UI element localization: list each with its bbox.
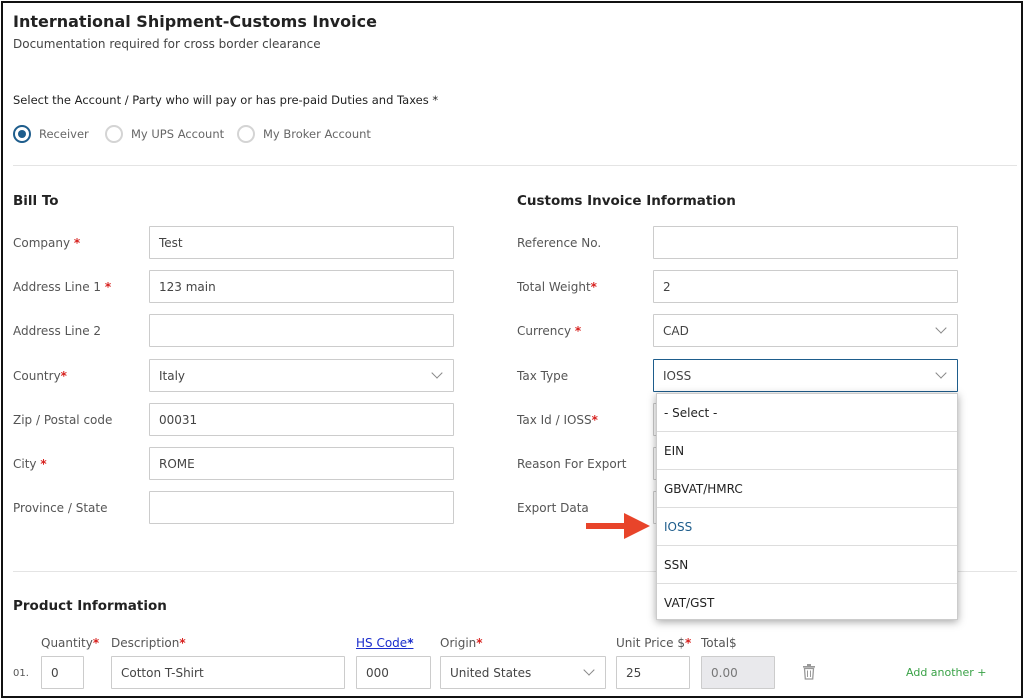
company-label: Company *: [13, 236, 81, 250]
city-label: City *: [13, 457, 47, 471]
page-title: International Shipment-Customs Invoice: [13, 12, 377, 31]
chevron-down-icon: [935, 367, 947, 379]
dropdown-option[interactable]: EIN: [657, 432, 957, 470]
country-select[interactable]: Italy: [149, 359, 454, 392]
address-line-2-label: Address Line 2: [13, 324, 102, 338]
unit-price-header: Unit Price $*: [616, 636, 692, 650]
total-weight-label: Total Weight*: [517, 280, 597, 294]
chevron-down-icon: [935, 322, 947, 334]
radio-selected-icon: [13, 125, 31, 143]
export-data-label: Export Data: [517, 501, 589, 515]
divider: [13, 165, 1017, 166]
address-line-1-label: Address Line 1 *: [13, 280, 112, 294]
description-header: Description*: [111, 636, 186, 650]
page-subtitle: Documentation required for cross border …: [13, 37, 321, 51]
radio-label: My Broker Account: [263, 127, 371, 141]
origin-select[interactable]: United States: [440, 656, 606, 689]
dropdown-option[interactable]: - Select -: [657, 394, 957, 432]
arrow-right-icon: [586, 513, 650, 539]
dropdown-option[interactable]: VAT/GST: [657, 584, 957, 622]
quantity-field[interactable]: 0: [41, 656, 84, 689]
add-another-link[interactable]: Add another +: [906, 666, 987, 679]
hs-code-field[interactable]: 000: [356, 656, 431, 689]
customs-invoice-form: International Shipment-Customs Invoice D…: [1, 1, 1023, 698]
origin-header: Origin*: [440, 636, 483, 650]
address-line-1-field[interactable]: 123 main: [149, 270, 454, 303]
country-label: Country*: [13, 369, 67, 383]
radio-unselected-icon: [237, 125, 255, 143]
city-field[interactable]: ROME: [149, 447, 454, 480]
tax-type-dropdown: - Select - EIN GBVAT/HMRC IOSS SSN VAT/G…: [656, 393, 958, 620]
chevron-down-icon: [431, 367, 443, 379]
quantity-header: Quantity*: [41, 636, 100, 650]
address-line-2-field[interactable]: [149, 314, 454, 347]
tax-type-select[interactable]: IOSS: [653, 359, 958, 392]
zip-field[interactable]: 00031: [149, 403, 454, 436]
radio-label: Receiver: [39, 127, 89, 141]
reference-no-label: Reference No.: [517, 236, 602, 250]
currency-select[interactable]: CAD: [653, 314, 958, 347]
zip-label: Zip / Postal code: [13, 413, 113, 427]
currency-label: Currency *: [517, 324, 582, 338]
dropdown-option-selected[interactable]: IOSS: [657, 508, 957, 546]
radio-receiver[interactable]: Receiver: [13, 124, 89, 144]
dropdown-option[interactable]: GBVAT/HMRC: [657, 470, 957, 508]
total-weight-field[interactable]: 2: [653, 270, 958, 303]
reason-for-export-label: Reason For Export: [517, 457, 627, 471]
chevron-down-icon: [583, 664, 595, 676]
product-info-title: Product Information: [13, 598, 167, 614]
tax-id-label: Tax Id / IOSS*: [517, 413, 598, 427]
description-field[interactable]: Cotton T-Shirt: [111, 656, 345, 689]
customs-info-title: Customs Invoice Information: [517, 193, 736, 209]
radio-my-ups-account[interactable]: My UPS Account: [105, 124, 224, 144]
tax-type-label: Tax Type: [517, 369, 569, 383]
company-field[interactable]: Test: [149, 226, 454, 259]
province-label: Province / State: [13, 501, 108, 515]
total-field: 0.00: [701, 656, 775, 689]
reference-no-field[interactable]: [653, 226, 958, 259]
province-field[interactable]: [149, 491, 454, 524]
unit-price-field[interactable]: 25: [616, 656, 690, 689]
payer-label: Select the Account / Party who will pay …: [13, 93, 439, 107]
radio-unselected-icon: [105, 125, 123, 143]
radio-my-broker-account[interactable]: My Broker Account: [237, 124, 371, 144]
total-header: Total$: [701, 636, 737, 650]
radio-label: My UPS Account: [131, 127, 225, 141]
hs-code-link[interactable]: HS Code*: [356, 636, 413, 650]
trash-icon[interactable]: [802, 664, 816, 680]
bill-to-title: Bill To: [13, 193, 59, 209]
row-number: 01.: [13, 668, 29, 679]
dropdown-option[interactable]: SSN: [657, 546, 957, 584]
